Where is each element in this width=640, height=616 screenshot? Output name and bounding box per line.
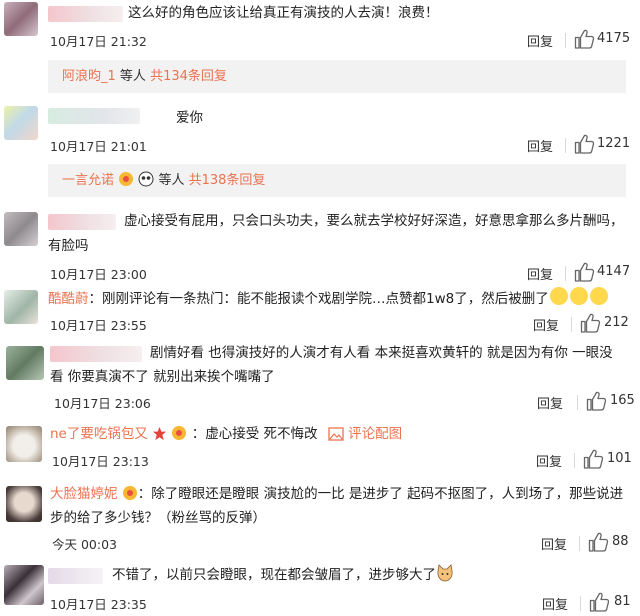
comment-5: 剧情好看 也得演技好的人演才有人看 本来挺喜欢黄轩的 就是因为有你 一眼没 看 … — [0, 340, 640, 418]
reply-button[interactable]: 回复 — [527, 31, 553, 50]
thumbs-up-icon[interactable] — [574, 262, 595, 283]
avatar[interactable] — [4, 106, 38, 140]
reply-button[interactable]: 回复 — [536, 451, 562, 470]
comment-3: 虚心接受有屁用，只会口头功夫，要么就去学校好好深造，好意思拿那么多片酬吗， 有脸… — [0, 208, 640, 284]
like-count: 212 — [604, 315, 629, 330]
like-count: 81 — [614, 594, 631, 609]
like-count: 165 — [610, 393, 635, 408]
comment-time: 10月17日 23:00 — [50, 267, 147, 282]
comment-text: ：刚刚评论有一条热门：能不能报读个戏剧学院…点赞都1w8了，然后被删了 — [88, 291, 549, 307]
vip-badge-icon — [122, 486, 137, 500]
like-count: 4175 — [597, 31, 631, 46]
like-count: 4147 — [597, 264, 631, 279]
comment-text-line2: 步的给了多少钱？（粉丝骂的反弹） — [50, 510, 266, 526]
separator — [565, 138, 566, 153]
avatar[interactable] — [6, 426, 42, 462]
image-icon[interactable] — [328, 427, 344, 441]
reply-button[interactable]: 回复 — [541, 534, 567, 553]
username[interactable]: ne了要吃锅包又 — [50, 426, 148, 442]
reply-button[interactable]: 回复 — [542, 594, 568, 613]
comment-text: 虚心接受有屁用，只会口头功夫，要么就去学校好好深造，好意思拿那么多片酬吗， — [124, 213, 624, 229]
username-blurred[interactable] — [48, 108, 140, 124]
subreply-total-link[interactable]: 共134条回复 — [150, 69, 227, 84]
comment-text: 爱你 — [176, 110, 203, 126]
comment-image-link[interactable]: 评论配图 — [348, 426, 402, 442]
reply-button[interactable]: 回复 — [533, 315, 559, 334]
avatar[interactable] — [4, 565, 44, 605]
like-count: 1221 — [597, 136, 631, 151]
subreply-user[interactable]: 一言允诺 — [62, 173, 114, 188]
thumbs-up-icon[interactable] — [589, 592, 610, 613]
avatar[interactable] — [4, 2, 38, 36]
username[interactable]: 大脸猫婷妮 — [50, 486, 118, 502]
comment-7: 大脸猫婷妮 ：除了瞪眼还是瞪眼 演技尬的一比 是进步了 起码不抠图了，人到场了，… — [0, 481, 640, 557]
subreply-total-link[interactable]: 共138条回复 — [189, 173, 266, 188]
comment-text: ：虚心接受 死不悔改 — [191, 426, 318, 442]
subreply-suffix: 等人 — [119, 69, 146, 84]
separator — [577, 395, 578, 410]
reply-button[interactable]: 回复 — [527, 264, 553, 283]
comment-text-line2: 有脸吗 — [48, 238, 89, 254]
thumbs-up-icon[interactable] — [586, 391, 607, 412]
username-blurred[interactable] — [48, 6, 123, 22]
separator — [574, 453, 575, 468]
separator — [579, 536, 580, 551]
username[interactable]: 酷酷蔚 — [48, 291, 89, 307]
thumbs-up-icon[interactable] — [588, 532, 609, 553]
reply-button[interactable]: 回复 — [527, 136, 553, 155]
comment-2: 爱你 10月17日 21:01 回复 1221 — [0, 104, 640, 156]
subreply-bar[interactable]: 一言允诺 等人 共138条回复 — [48, 164, 626, 197]
subreply-bar[interactable]: 阿浪昀_1 等人 共134条回复 — [48, 60, 626, 93]
subreply-suffix: 等人 — [158, 173, 185, 188]
comment-time: 10月17日 23:55 — [50, 318, 147, 333]
avatar[interactable] — [6, 346, 44, 380]
thumbs-up-icon[interactable] — [574, 134, 595, 155]
comment-1: 这么好的角色应该让给真正有演技的人去演！浪费！ 10月17日 21:32 回复 … — [0, 0, 640, 55]
separator — [565, 266, 566, 281]
comment-time: 10月17日 21:32 — [50, 34, 147, 49]
vip-badge-icon — [172, 426, 187, 440]
thumbs-up-icon[interactable] — [583, 449, 604, 470]
username-blurred[interactable] — [48, 568, 103, 584]
avatar[interactable] — [4, 212, 38, 246]
separator — [580, 596, 581, 611]
vip-badge-icon — [119, 172, 134, 186]
comment-8: 不错了，以前只会瞪眼，现在都会皱眉了，进步够大了 10月17日 23:35 回复… — [0, 560, 640, 616]
star-badge-icon — [153, 426, 167, 441]
thumbs-up-icon[interactable] — [580, 313, 601, 334]
comment-time: 10月17日 23:35 — [50, 597, 147, 612]
comment-4: 酷酷蔚：刚刚评论有一条热门：能不能报读个戏剧学院…点赞都1w8了，然后被删了 1… — [0, 286, 640, 336]
comment-text-line2: 看 你要真演不了 就别出来挨个嘴嘴了 — [50, 369, 275, 385]
like-count: 88 — [612, 534, 629, 549]
separator — [565, 33, 566, 48]
separator — [571, 317, 572, 332]
comment-time: 10月17日 21:01 — [50, 139, 147, 154]
subreply-user[interactable]: 阿浪昀_1 — [62, 69, 116, 84]
panda-icon — [138, 171, 154, 187]
comment-text: 剧情好看 也得演技好的人演才有人看 本来挺喜欢黄轩的 就是因为有你 一眼没 — [150, 345, 613, 361]
cat-emoji-icon — [437, 564, 453, 582]
comment-6: ne了要吃锅包又 ：虚心接受 死不悔改 评论配图 10月17日 23:13 回复… — [0, 421, 640, 473]
reply-button[interactable]: 回复 — [537, 393, 563, 412]
thumbs-up-icon[interactable] — [574, 29, 595, 50]
comment-time: 今天 00:03 — [52, 537, 117, 552]
smile-emoji-icon — [549, 287, 608, 305]
avatar[interactable] — [4, 290, 38, 324]
like-count: 101 — [607, 451, 632, 466]
username-blurred[interactable] — [50, 346, 142, 362]
comment-text: 这么好的角色应该让给真正有演技的人去演！浪费！ — [128, 5, 439, 21]
comment-time: 10月17日 23:13 — [52, 454, 149, 469]
comment-text: ：除了瞪眼还是瞪眼 演技尬的一比 是进步了 起码不抠图了，人到场了，那些说进 — [137, 486, 624, 502]
username-blurred[interactable] — [48, 214, 116, 230]
comment-time: 10月17日 23:06 — [54, 396, 151, 411]
avatar[interactable] — [6, 486, 42, 522]
comment-text: 不错了，以前只会瞪眼，现在都会皱眉了，进步够大了 — [112, 567, 436, 583]
